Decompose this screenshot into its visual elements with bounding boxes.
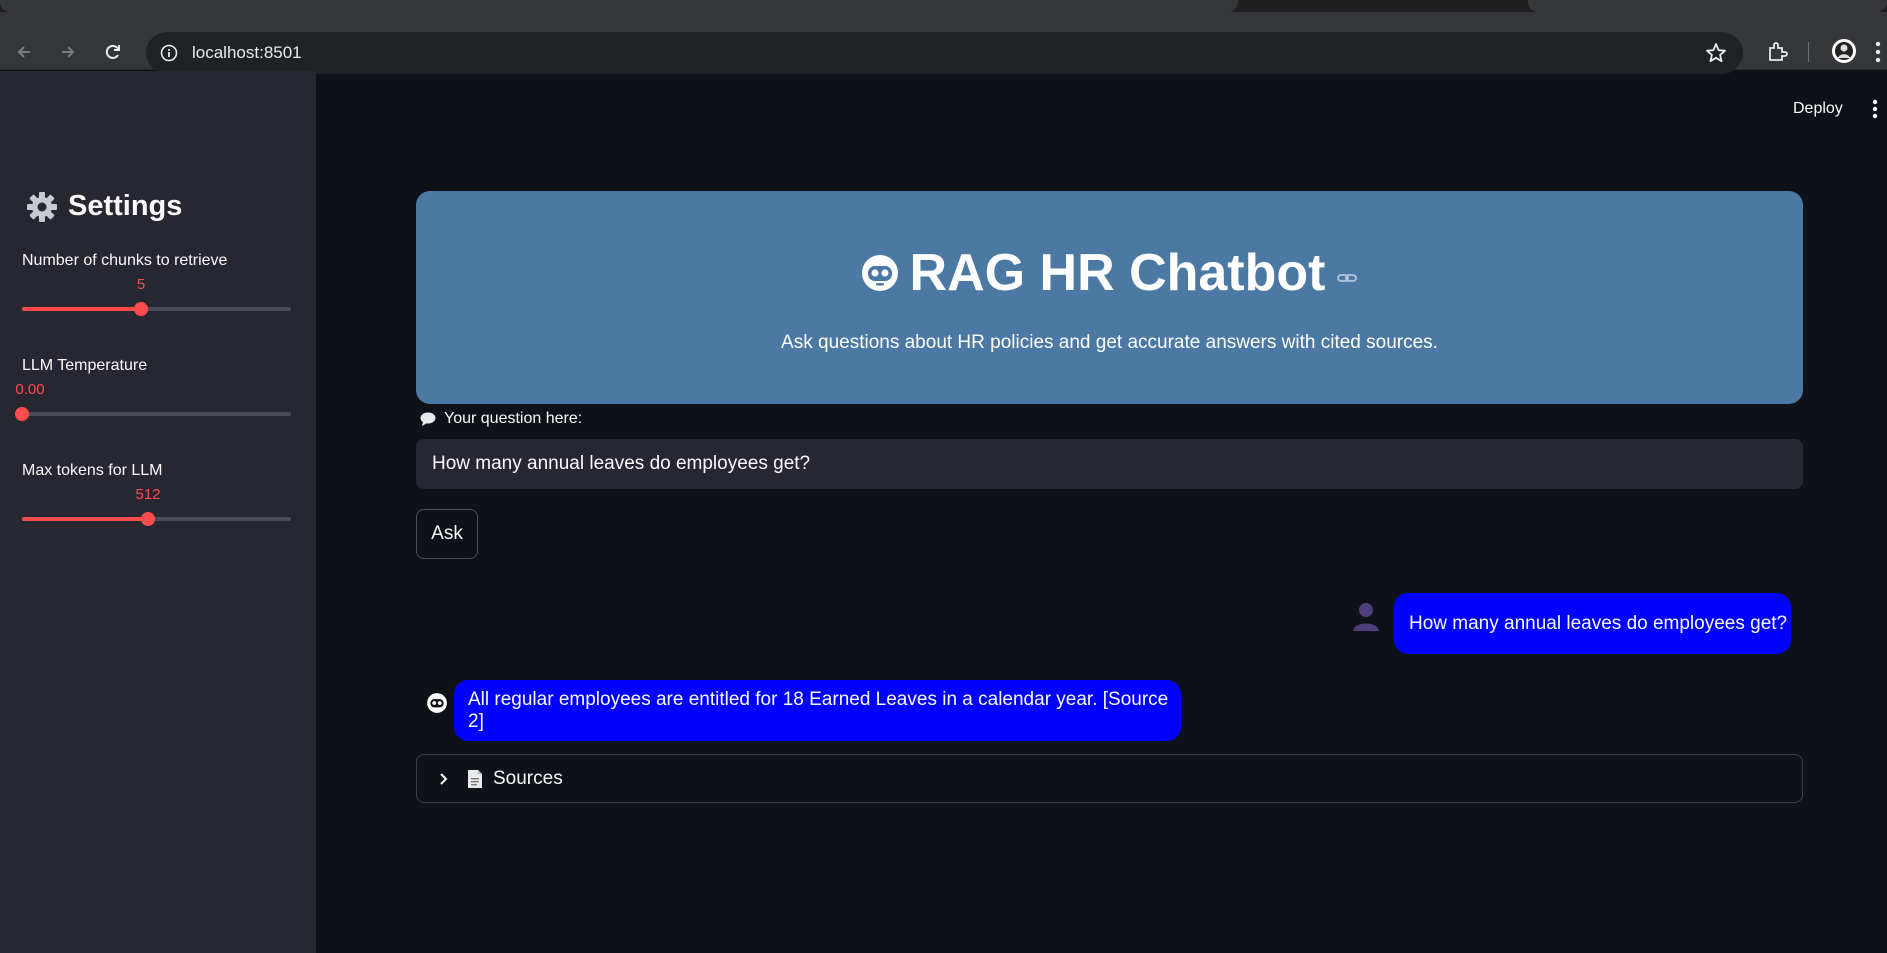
hero-banner: RAG HR Chatbot Ask questions about HR po… xyxy=(416,191,1803,404)
reload-button[interactable] xyxy=(101,40,125,64)
chunks-slider-value: 5 xyxy=(136,276,146,293)
max-tokens-slider[interactable]: Max tokens for LLM 512 xyxy=(22,462,291,542)
chunks-slider[interactable]: Number of chunks to retrieve 5 xyxy=(22,252,291,332)
browser-toolbar: localhost:8501 xyxy=(0,12,1887,74)
arrow-left-icon xyxy=(17,46,30,58)
anchor-link-icon[interactable] xyxy=(1335,266,1359,290)
back-button[interactable] xyxy=(12,40,36,64)
page-subtitle: Ask questions about HR policies and get … xyxy=(781,332,1438,353)
max-tokens-slider-thumb[interactable] xyxy=(141,512,155,526)
temperature-slider[interactable]: LLM Temperature 0.00 xyxy=(15,357,291,437)
page-title-text: RAG HR Chatbot xyxy=(909,244,1326,302)
browser-tab[interactable] xyxy=(1528,0,1887,12)
sources-expander[interactable]: Sources xyxy=(416,754,1803,803)
site-info-icon[interactable] xyxy=(160,44,178,62)
max-tokens-slider-value: 512 xyxy=(135,486,161,503)
temperature-slider-value: 0.00 xyxy=(15,381,45,398)
max-tokens-slider-fill xyxy=(22,517,148,521)
ask-button[interactable]: Ask xyxy=(416,509,478,559)
robot-icon xyxy=(861,255,898,291)
main-menu-icon[interactable] xyxy=(1871,98,1879,120)
question-label: Your question here: xyxy=(420,410,582,428)
temperature-slider-track[interactable] xyxy=(15,407,291,421)
sources-label: Sources xyxy=(493,767,563,789)
browser-menu-icon[interactable] xyxy=(1874,40,1882,64)
reload-icon xyxy=(105,44,120,59)
arrow-right-icon xyxy=(62,46,75,58)
forward-button[interactable] xyxy=(56,40,80,64)
speech-bubble-icon xyxy=(420,412,436,426)
deploy-button[interactable]: Deploy xyxy=(1793,100,1843,118)
user-message: How many annual leaves do employees get? xyxy=(1394,593,1791,654)
chunks-slider-track[interactable] xyxy=(22,302,291,316)
max-tokens-slider-label: Max tokens for LLM xyxy=(22,462,163,479)
temperature-slider-thumb[interactable] xyxy=(15,407,29,421)
chunks-slider-thumb[interactable] xyxy=(134,302,148,316)
bot-message: All regular employees are entitled for 1… xyxy=(454,680,1181,741)
bookmark-star-icon[interactable] xyxy=(1705,42,1727,64)
question-label-text: Your question here: xyxy=(444,410,583,427)
document-icon xyxy=(468,769,482,788)
sidebar: Settings Number of chunks to retrieve 5 … xyxy=(0,71,316,953)
chevron-right-icon xyxy=(440,772,448,785)
max-tokens-slider-track[interactable] xyxy=(22,512,291,526)
chunks-slider-label: Number of chunks to retrieve xyxy=(22,252,228,269)
sidebar-title-text: Settings xyxy=(68,190,183,222)
robot-icon xyxy=(427,693,447,713)
page-title: RAG HR Chatbot xyxy=(416,243,1803,303)
extensions-icon[interactable] xyxy=(1765,40,1789,64)
url-text[interactable]: localhost:8501 xyxy=(192,43,302,63)
question-input[interactable] xyxy=(416,439,1803,489)
address-bar[interactable]: localhost:8501 xyxy=(146,32,1743,74)
profile-avatar-icon[interactable] xyxy=(1831,38,1857,64)
sidebar-title: Settings xyxy=(26,190,182,223)
toolbar-divider xyxy=(1808,42,1809,62)
chunks-slider-fill xyxy=(22,307,141,311)
gear-icon xyxy=(27,191,57,222)
browser-tab[interactable] xyxy=(0,0,1238,12)
user-icon xyxy=(1353,603,1379,631)
temperature-slider-label: LLM Temperature xyxy=(22,357,148,374)
